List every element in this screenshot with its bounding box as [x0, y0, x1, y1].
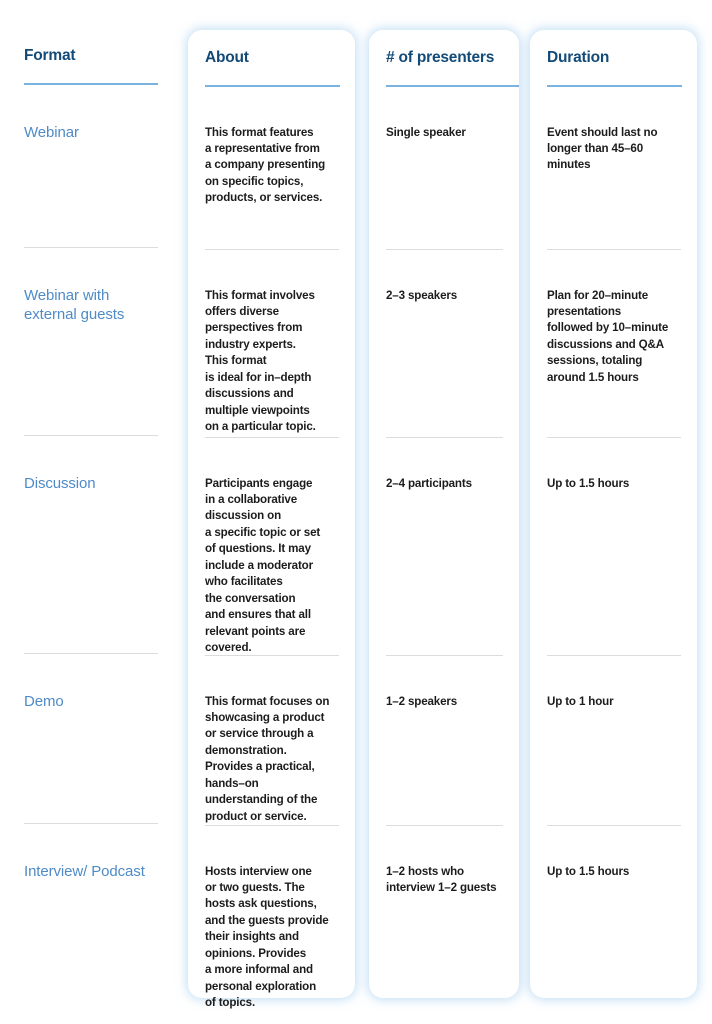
table-row: Plan for 20–minute presentations followe… [547, 250, 681, 438]
column-about: About This format features a representat… [188, 30, 355, 1010]
cell-duration-webinar: Event should last no longer than 45–60 m… [547, 125, 658, 172]
row-label-discussion: Discussion [24, 474, 96, 492]
column-header-presenters: # of presenters [386, 30, 503, 70]
table-row: Demo [24, 654, 158, 824]
row-label-webinar: Webinar [24, 123, 79, 141]
column-header-duration: Duration [547, 30, 681, 70]
cell-about-discussion: Participants engage in a collaborative d… [205, 476, 321, 655]
comparison-table-page: Format Webinar Webinar with external gue… [0, 0, 712, 1024]
column-header-label: Duration [547, 49, 610, 66]
table-row: 1–2 speakers [386, 656, 503, 826]
table-row: 2–4 participants [386, 438, 503, 656]
cell-presenters-webinar-external-guests: 2–3 speakers [386, 288, 458, 302]
column-gap [519, 0, 530, 1024]
column-header-label: About [205, 49, 249, 66]
column-format: Format Webinar Webinar with external gue… [0, 0, 188, 1024]
table-row: This format features a representative fr… [205, 87, 339, 250]
table-row: Single speaker [386, 87, 503, 250]
cell-about-interview-podcast: Hosts interview one or two guests. The h… [205, 864, 329, 1010]
cell-presenters-interview-podcast: 1–2 hosts who interview 1–2 guests [386, 864, 497, 894]
table-row: 1–2 hosts who interview 1–2 guests [386, 826, 503, 998]
table-row: 2–3 speakers [386, 250, 503, 438]
table-row: Up to 1 hour [547, 656, 681, 826]
table-row: Event should last no longer than 45–60 m… [547, 87, 681, 250]
row-label-demo: Demo [24, 692, 64, 710]
cell-duration-discussion: Up to 1.5 hours [547, 476, 630, 490]
table-row: Interview/ Podcast [24, 824, 158, 996]
cell-about-demo: This format focuses on showcasing a prod… [205, 694, 330, 823]
column-header-about: About [205, 30, 339, 70]
table-row: Up to 1.5 hours [547, 438, 681, 656]
column-presenters: # of presenters Single speaker 2–3 speak… [369, 30, 519, 998]
table-row: Discussion [24, 436, 158, 654]
table-row: Participants engage in a collaborative d… [205, 438, 339, 656]
row-label-webinar-external-guests: Webinar with external guests [24, 286, 125, 324]
table-row: Up to 1.5 hours [547, 826, 681, 998]
cell-duration-interview-podcast: Up to 1.5 hours [547, 864, 630, 878]
right-margin [697, 0, 712, 1024]
column-header-format: Format [24, 28, 158, 68]
cell-duration-demo: Up to 1 hour [547, 694, 614, 708]
column-header-label: # of presenters [386, 49, 495, 66]
cell-duration-webinar-external-guests: Plan for 20–minute presentations followe… [547, 288, 669, 384]
cell-presenters-discussion: 2–4 participants [386, 476, 472, 490]
event-format-comparison-table: Format Webinar Webinar with external gue… [0, 0, 712, 1024]
cell-presenters-demo: 1–2 speakers [386, 694, 458, 708]
table-row: This format involves offers diverse pers… [205, 250, 339, 438]
cell-about-webinar-external-guests: This format involves offers diverse pers… [205, 288, 316, 434]
cell-about-webinar: This format features a representative fr… [205, 125, 326, 205]
column-gap [355, 0, 369, 1024]
cell-presenters-webinar: Single speaker [386, 125, 466, 139]
column-header-label: Format [24, 47, 76, 64]
row-label-interview-podcast: Interview/ Podcast [24, 862, 145, 880]
table-row: Webinar [24, 85, 158, 248]
table-row: Hosts interview one or two guests. The h… [205, 826, 339, 1010]
table-row: This format focuses on showcasing a prod… [205, 656, 339, 826]
table-row: Webinar with external guests [24, 248, 158, 436]
column-duration: Duration Event should last no longer tha… [530, 30, 697, 998]
